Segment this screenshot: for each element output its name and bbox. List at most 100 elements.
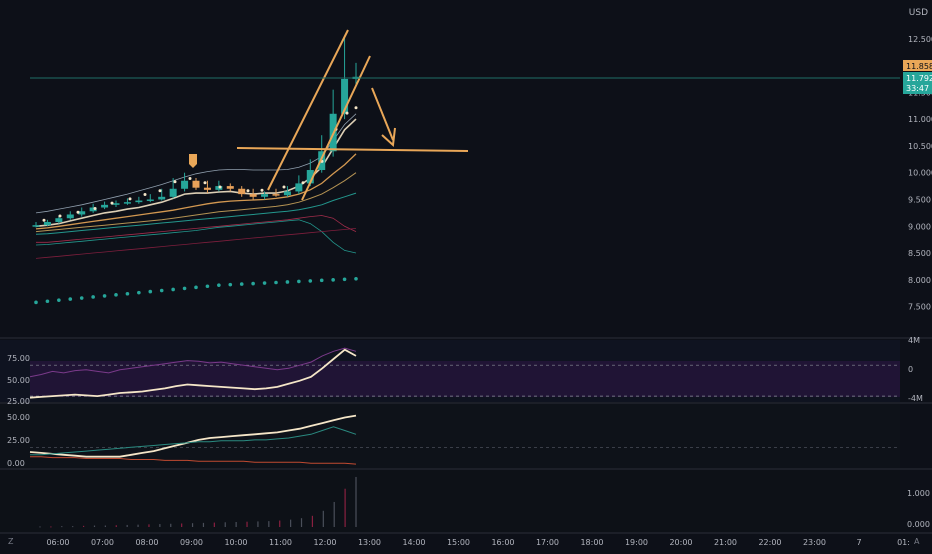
volume-bar [39,526,41,528]
currency-label[interactable]: USD [909,8,928,18]
time-tick-label: 06:00 [46,538,69,547]
parabolic-sar-dot [319,278,324,283]
parabolic-sar-dot [251,281,255,286]
current-price-label: 11.858 [906,62,932,71]
parabolic-sar-dot [159,288,164,293]
price-tick-label: 10.000 [908,169,932,178]
indicator-dot [345,111,349,115]
candle-body [158,196,166,200]
parabolic-sar-dot [182,286,187,291]
price-tick-label: 9.500 [908,195,931,204]
candle-body [283,191,291,196]
parabolic-sar-dot [79,296,84,300]
volume-tick-0: 0.000 [907,520,930,529]
volume-bar [82,525,85,527]
volume-bar [202,522,205,527]
volume-bar [126,524,128,527]
indicator-dot [93,206,97,210]
indicator-dot [76,210,80,214]
volume-bar [279,520,281,527]
time-tick-label: 21:00 [714,538,737,547]
volume-bar [235,521,237,527]
rsi-tick-25: 25.00 [7,397,30,406]
time-tick-label: 14:00 [402,538,425,547]
time-tick-label: 12:00 [313,538,336,547]
indicator-dot [58,214,62,218]
price-tick-label: 9.000 [908,222,931,231]
parabolic-sar-dot [228,282,233,287]
adx-pane[interactable] [0,404,900,468]
volume-bar [322,510,324,527]
indicator-dot [143,193,147,197]
volume-bar [311,515,314,527]
candle-body [181,180,189,189]
rsi-tick-50: 50.00 [7,376,30,385]
candle-body [146,199,154,201]
candle-body [66,214,74,219]
indicator-dot [128,197,132,201]
volume-bar [344,488,346,527]
candle-body [101,204,109,208]
volume-bar [268,521,270,527]
time-tick-label: 7 [856,538,861,547]
time-tick-label: 23:00 [803,538,826,547]
indicator-dot [218,185,222,189]
indicator-dot [158,189,162,193]
volume-bar [257,521,259,527]
volume-bar [224,522,226,527]
auto-scale-corner-label[interactable]: A [914,537,920,546]
volume-bar [93,525,96,527]
time-tick-label: 13:00 [358,538,381,547]
volume-pane[interactable] [0,470,900,532]
adx-tick-25: 25.00 [7,436,30,445]
timezone-corner-label[interactable]: Z [8,537,14,546]
price-tick-label: 8.000 [908,276,931,285]
candle-body [249,194,257,197]
rsi-right-tick-4m: 4M [908,336,920,345]
rsi-band [30,361,900,397]
volume-tick-1: 1.000 [907,489,930,498]
time-tick-label: 18:00 [580,538,603,547]
volume-bar [159,524,161,527]
time-tick-label: 11:00 [269,538,292,547]
indicator-dot [246,189,250,193]
indicator-dot [260,188,264,192]
candle-body [32,225,40,227]
parabolic-sar-dot [91,295,95,299]
price-tick-label: 12.500 [908,35,932,44]
volume-bar [355,476,357,527]
parabolic-sar-dot [194,285,198,290]
candle-body [43,221,51,226]
price-tick-label: 7.500 [908,303,931,312]
parabolic-sar-dot [57,298,61,302]
volume-bar [137,524,139,527]
candle-body [295,183,303,192]
adx-tick-0: 0.00 [7,459,25,468]
volume-bar [300,518,303,527]
volume-bar [246,521,248,527]
parabolic-sar-dot [342,277,347,282]
parabolic-sar-dot [297,279,301,284]
indicator-dot [203,181,207,185]
volume-bar [213,522,215,527]
trading-chart[interactable]: 12.50012.00011.50011.00010.50010.0009.50… [0,0,932,550]
time-tick-label: 01: [897,538,910,547]
rsi-right-tick-neg4m: -4M [908,394,923,403]
parabolic-sar-dot [125,291,130,296]
parabolic-sar-dot [262,281,267,285]
candle-body [112,203,120,205]
parabolic-sar-dot [205,284,210,289]
time-tick-label: 19:00 [625,538,648,547]
parabolic-sar-dot [114,293,118,297]
candle-body [226,186,234,189]
indicator-dot [110,201,114,205]
volume-bar [115,525,117,527]
time-tick-label: 10:00 [224,538,247,547]
volume-bar [148,524,150,527]
volume-bar [104,525,106,527]
rsi-tick-75: 75.00 [7,354,30,363]
parabolic-sar-dot [137,290,141,295]
candle-body [55,218,63,222]
candle-body [203,187,211,190]
volume-bar [50,526,52,528]
